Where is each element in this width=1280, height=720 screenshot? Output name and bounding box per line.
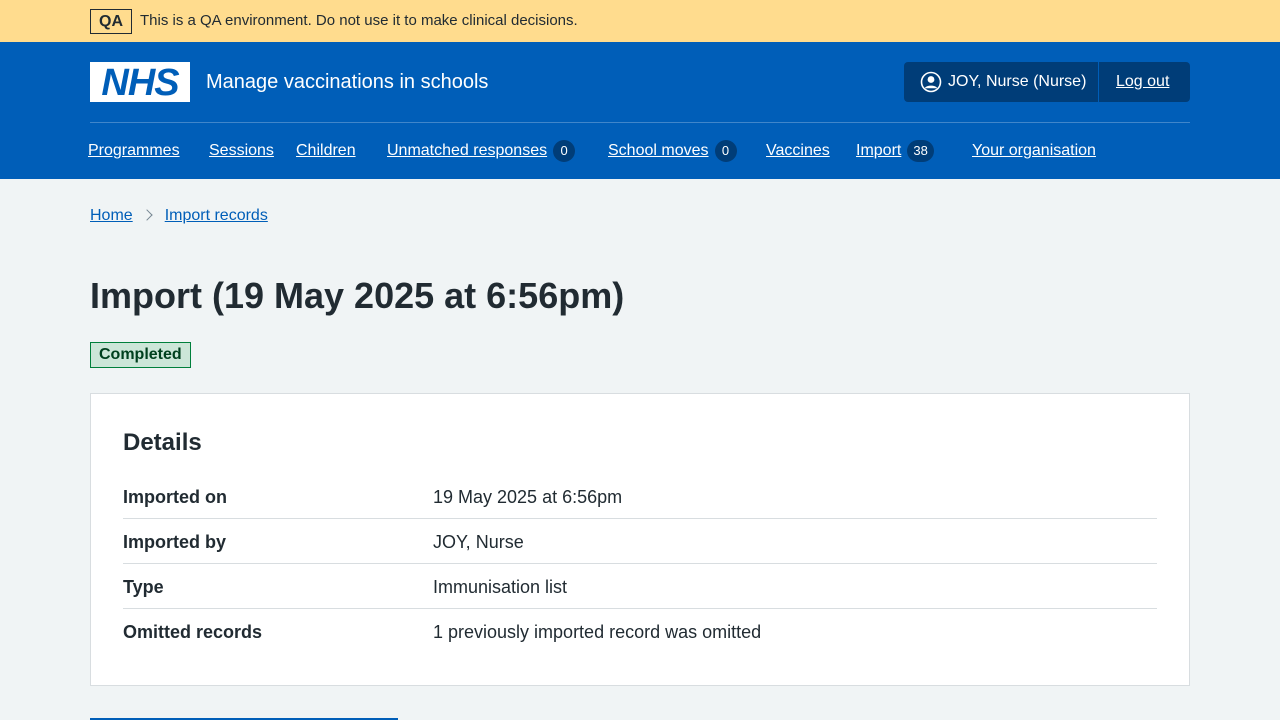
chevron-right-icon [141, 209, 153, 221]
nav-label: Import [856, 142, 902, 159]
summary-key: Imported on [123, 487, 227, 507]
nav-children[interactable]: Children [296, 140, 356, 164]
details-heading: Details [123, 429, 202, 456]
nav-programmes[interactable]: Programmes [88, 140, 180, 164]
summary-row: Imported by JOY, Nurse [123, 519, 1157, 564]
breadcrumb-home[interactable]: Home [90, 207, 133, 224]
user-name: JOY, Nurse (Nurse) [948, 73, 1087, 90]
account-menu: JOY, Nurse (Nurse) Log out [904, 62, 1190, 102]
site-header: NHS Manage vaccinations in schools JOY, … [0, 42, 1280, 179]
breadcrumb: Home Import records [90, 205, 268, 227]
nav-your-organisation[interactable]: Your organisation [972, 140, 1096, 164]
summary-key: Omitted records [123, 622, 263, 642]
count-badge: 0 [714, 140, 737, 162]
environment-banner: QA This is a QA environment. Do not use … [0, 0, 1280, 42]
account-user: JOY, Nurse (Nurse) [904, 62, 1099, 102]
breadcrumb-import-records[interactable]: Import records [165, 207, 268, 224]
summary-value: Immunisation list [433, 577, 568, 597]
count-badge: 0 [553, 140, 576, 162]
nav-school-moves[interactable]: School moves 0 [608, 140, 737, 164]
nav-unmatched-responses[interactable]: Unmatched responses 0 [387, 140, 576, 164]
nhs-logo[interactable]: NHS [90, 62, 190, 102]
nhs-logo-icon: NHS [90, 62, 190, 102]
summary-row: Omitted records 1 previously imported re… [123, 609, 1157, 654]
status-badge: Completed [90, 342, 191, 368]
environment-warning-text: This is a QA environment. Do not use it … [140, 12, 578, 29]
count-badge: 38 [907, 140, 934, 162]
environment-tag: QA [90, 9, 132, 34]
summary-value: 19 May 2025 at 6:56pm [433, 487, 623, 507]
nav-import[interactable]: Import 38 [856, 140, 934, 164]
summary-row: Imported on 19 May 2025 at 6:56pm [123, 474, 1157, 519]
user-circle-icon [920, 71, 942, 93]
nav-vaccines[interactable]: Vaccines [766, 140, 830, 164]
nav-sessions[interactable]: Sessions [209, 140, 274, 164]
page-title: Import (19 May 2025 at 6:56pm) [90, 275, 625, 316]
summary-key: Imported by [123, 532, 227, 552]
service-name[interactable]: Manage vaccinations in schools [206, 70, 488, 94]
nav-label: Unmatched responses [387, 142, 548, 159]
summary-row: Type Immunisation list [123, 564, 1157, 609]
summary-value: JOY, Nurse [433, 532, 524, 552]
details-card: Details Imported on 19 May 2025 at 6:56p… [90, 393, 1190, 686]
logout-link[interactable]: Log out [1116, 72, 1169, 92]
svg-text:NHS: NHS [101, 62, 179, 102]
summary-value: 1 previously imported record was omitted [433, 622, 762, 642]
summary-key: Type [123, 577, 164, 597]
nav-divider [90, 122, 1190, 123]
nav-label: School moves [608, 142, 709, 159]
